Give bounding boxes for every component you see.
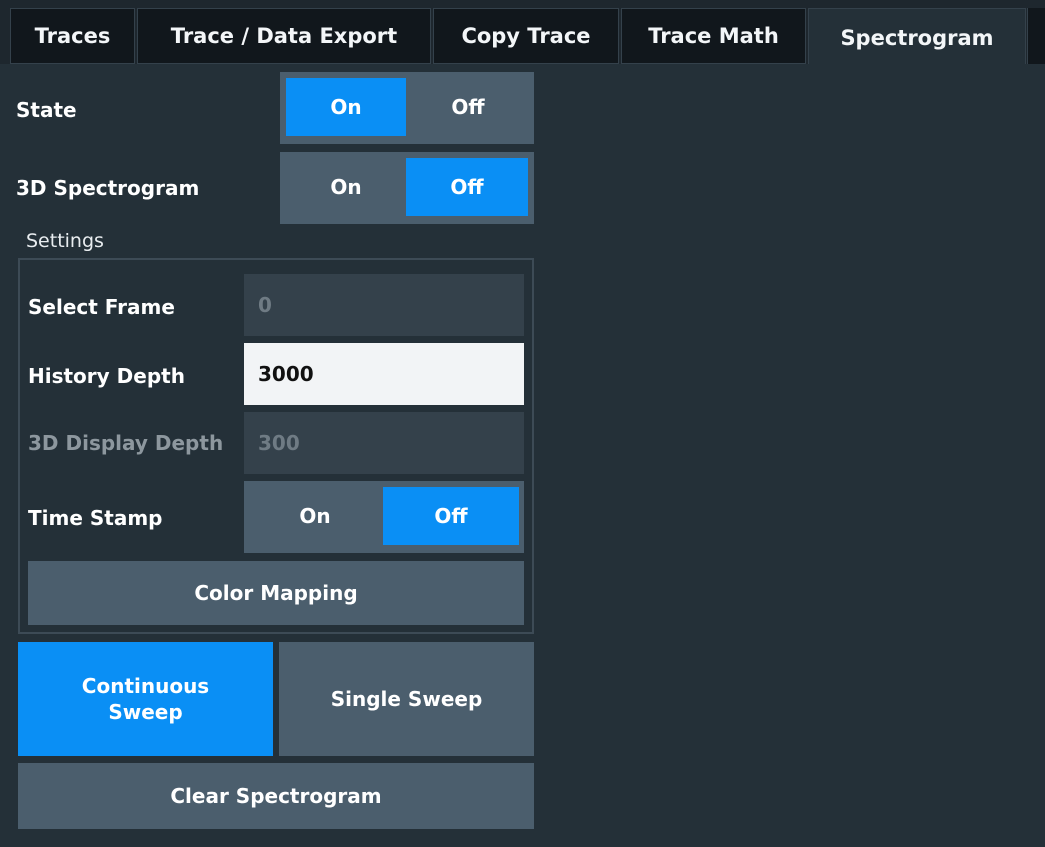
time-stamp-label: Time Stamp [28, 506, 163, 530]
tab-traces[interactable]: Traces [10, 8, 135, 64]
tab-trace-math[interactable]: Trace Math [621, 8, 806, 64]
tab-spectrogram[interactable]: Spectrogram [808, 8, 1026, 66]
state-on-option[interactable]: On [286, 78, 406, 136]
history-depth-input[interactable]: 3000 [244, 343, 524, 405]
select-frame-field: 0 [244, 274, 524, 336]
spectrogram-3d-on-option[interactable]: On [286, 158, 406, 216]
tab-copy-trace[interactable]: Copy Trace [433, 8, 619, 64]
tab-label: Traces [34, 24, 111, 48]
color-mapping-button[interactable]: Color Mapping [28, 561, 524, 625]
spectrogram-3d-label: 3D Spectrogram [16, 176, 200, 200]
tab-label: Copy Trace [461, 24, 591, 48]
display-depth-3d-label: 3D Display Depth [28, 431, 224, 455]
spectrogram-3d-toggle[interactable]: On Off [280, 152, 534, 224]
time-stamp-off-option[interactable]: Off [383, 487, 519, 545]
continuous-sweep-line1: Continuous [81, 674, 210, 698]
tab-bar: Traces Trace / Data Export Copy Trace Tr… [0, 0, 1045, 66]
time-stamp-on-option[interactable]: On [250, 487, 380, 545]
clear-spectrogram-button[interactable]: Clear Spectrogram [18, 763, 534, 829]
tab-bar-filler [1027, 8, 1045, 64]
tab-label: Trace Math [648, 24, 779, 48]
select-frame-label: Select Frame [28, 295, 175, 319]
single-sweep-button[interactable]: Single Sweep [279, 642, 534, 756]
display-depth-3d-field: 300 [244, 412, 524, 474]
time-stamp-toggle[interactable]: On Off [244, 481, 524, 553]
tab-trace-data-export[interactable]: Trace / Data Export [137, 8, 431, 64]
continuous-sweep-button[interactable]: Continuous Sweep [18, 642, 273, 756]
settings-group-title: Settings [26, 230, 104, 252]
history-depth-label: History Depth [28, 364, 185, 388]
tab-label: Trace / Data Export [170, 24, 398, 48]
state-label: State [16, 98, 77, 122]
continuous-sweep-line2: Sweep [108, 700, 183, 724]
state-off-option[interactable]: Off [408, 78, 528, 136]
tab-label: Spectrogram [840, 25, 994, 50]
spectrogram-3d-off-option[interactable]: Off [406, 158, 528, 216]
state-toggle[interactable]: On Off [280, 72, 534, 144]
